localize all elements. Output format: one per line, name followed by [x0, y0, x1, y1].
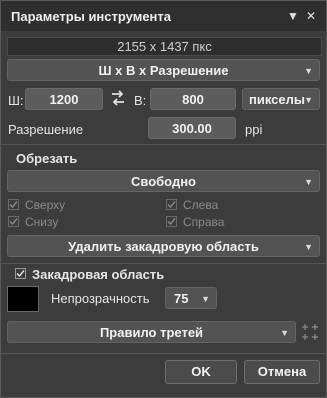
chevron-down-icon: ▼	[280, 328, 289, 338]
crop-section-title: Обрезать	[16, 151, 78, 166]
outside-area-checkbox[interactable]	[15, 268, 26, 279]
resolution-label: Разрешение	[8, 122, 84, 137]
chevron-down-icon: ▼	[304, 242, 313, 252]
left-checkbox[interactable]	[166, 199, 177, 210]
title-bar: Параметры инструмента ▼ ✕	[1, 1, 326, 31]
panel-title: Параметры инструмента	[11, 9, 172, 24]
resolution-unit: ppi	[245, 122, 263, 137]
width-label: Ш:	[8, 93, 24, 108]
bottom-checkbox[interactable]	[8, 216, 19, 227]
swap-dimensions-icon[interactable]	[110, 89, 126, 107]
overlay-dropdown[interactable]: Правило третей ▼	[7, 321, 296, 343]
chevron-down-icon: ▼	[304, 177, 313, 187]
divider	[1, 144, 326, 145]
right-checkbox[interactable]	[166, 216, 177, 227]
top-checkbox[interactable]	[8, 199, 19, 210]
collapse-icon[interactable]: ▼	[286, 9, 300, 23]
top-label: Сверху	[25, 198, 66, 212]
chevron-down-icon: ▼	[304, 95, 313, 105]
overlay-grid-icon[interactable]	[302, 324, 318, 340]
overlay-value: Правило третей	[99, 325, 204, 340]
bottom-label: Снизу	[25, 215, 59, 229]
chevron-down-icon: ▼	[201, 294, 210, 304]
opacity-label: Непрозрачность	[51, 291, 150, 306]
units-value: пикселы	[249, 92, 305, 107]
height-input[interactable]: 800	[150, 88, 236, 110]
divider	[1, 353, 326, 354]
units-dropdown[interactable]: пикселы ▼	[242, 88, 320, 110]
right-label: Справа	[183, 215, 225, 229]
left-label: Слева	[183, 198, 219, 212]
image-dimensions: 2155 x 1437 пкс	[7, 37, 322, 56]
opacity-dropdown[interactable]: 75 ▼	[165, 287, 217, 309]
crop-mode-dropdown[interactable]: Свободно ▼	[7, 170, 320, 192]
close-icon[interactable]: ✕	[304, 9, 318, 23]
size-mode-dropdown[interactable]: Ш x В x Разрешение ▼	[7, 59, 320, 81]
remove-outside-value: Удалить закадровую область	[68, 239, 259, 254]
tool-options-panel: Параметры инструмента ▼ ✕ 2155 x 1437 пк…	[0, 0, 327, 398]
ok-button[interactable]: OK	[165, 360, 237, 384]
resolution-input[interactable]: 300.00	[148, 117, 236, 139]
outside-area-label: Закадровая область	[32, 267, 165, 282]
divider	[1, 263, 326, 264]
height-label: В:	[134, 93, 147, 108]
opacity-value: 75	[174, 291, 189, 306]
chevron-down-icon: ▼	[304, 66, 313, 76]
remove-outside-dropdown[interactable]: Удалить закадровую область ▼	[7, 235, 320, 257]
outside-color-swatch[interactable]	[7, 286, 39, 312]
size-mode-value: Ш x В x Разрешение	[98, 63, 229, 78]
cancel-button[interactable]: Отмена	[244, 360, 320, 384]
crop-mode-value: Свободно	[131, 174, 196, 189]
width-input[interactable]: 1200	[25, 88, 103, 110]
